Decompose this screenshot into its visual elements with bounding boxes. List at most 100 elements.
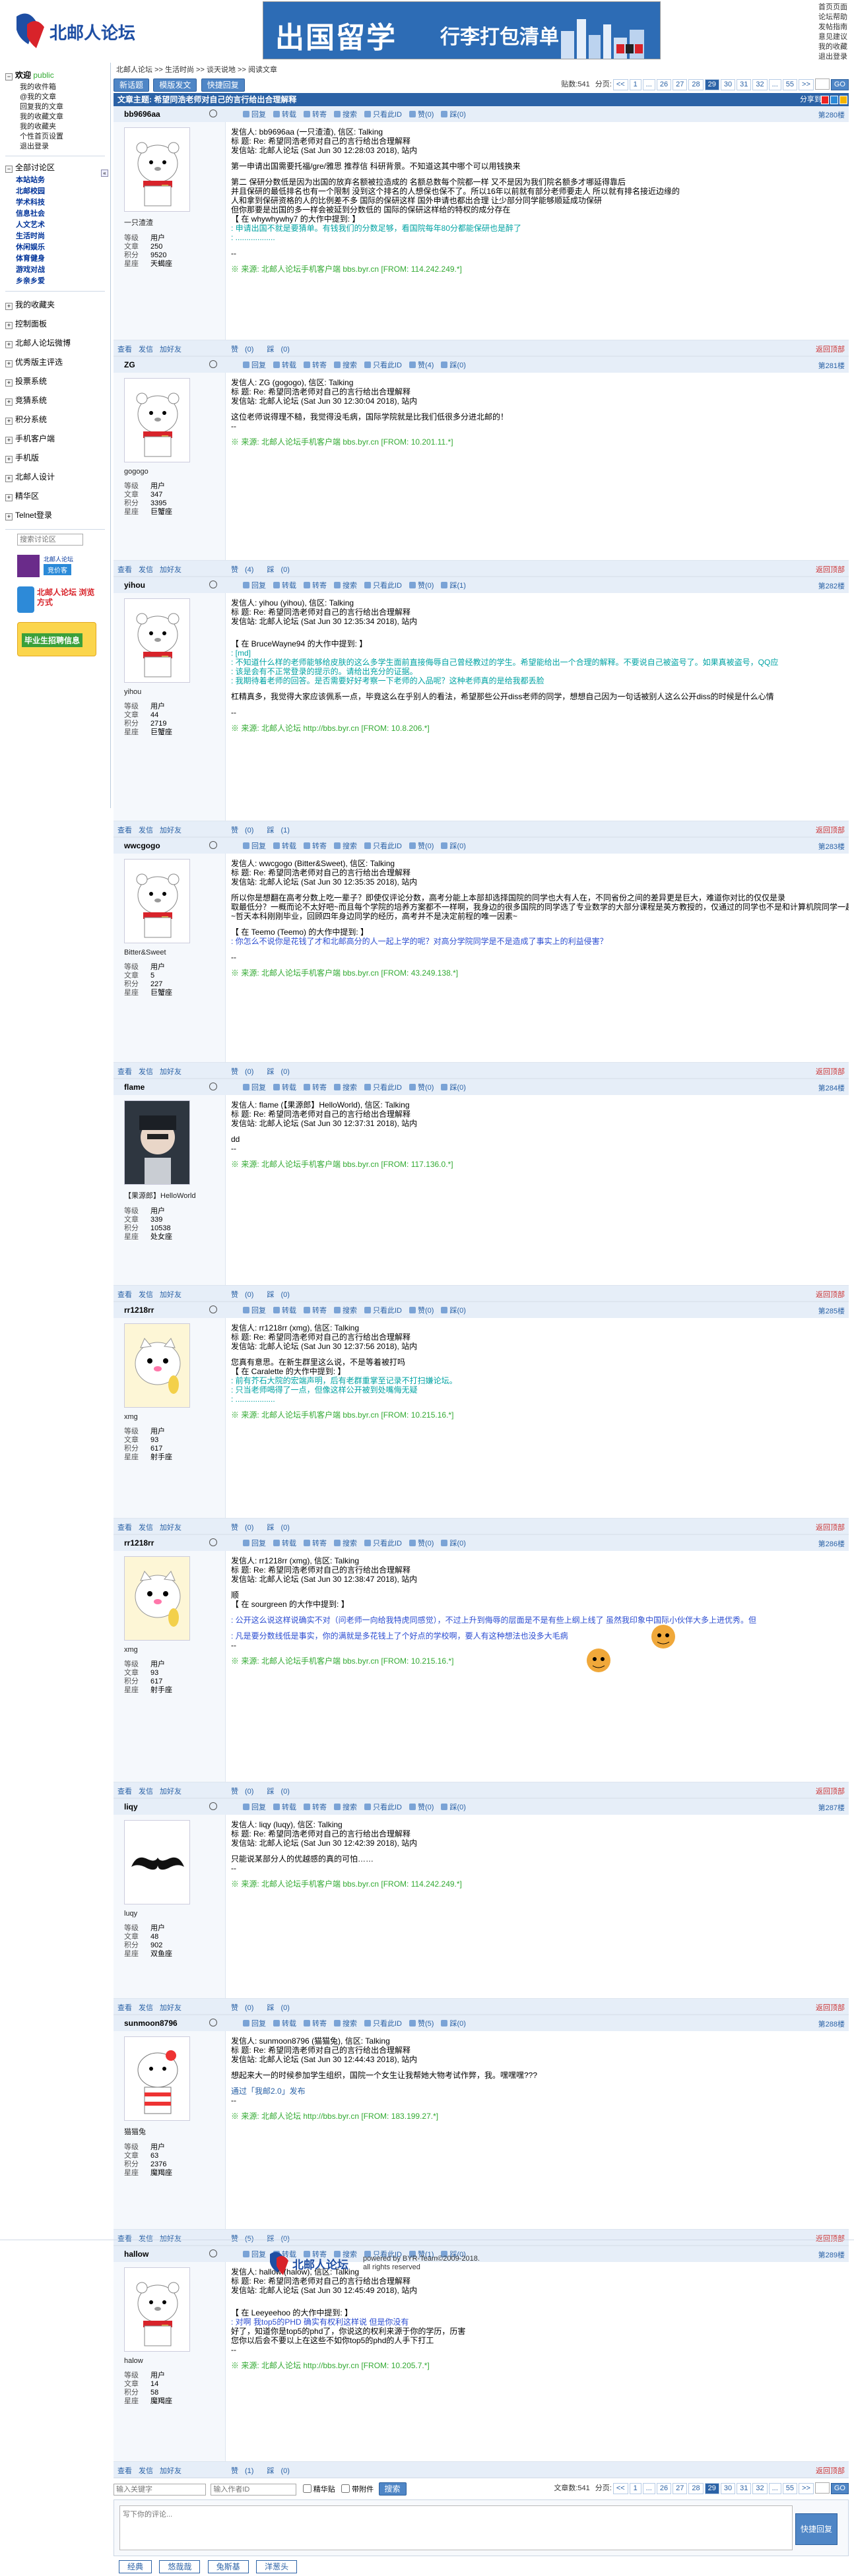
avatar[interactable] <box>124 127 190 212</box>
send-message-link[interactable]: 发信 <box>139 2002 153 2013</box>
expand-icon[interactable]: + <box>5 475 13 482</box>
reply-button[interactable]: 回复 <box>243 1082 266 1092</box>
like-button[interactable]: 赞(0) <box>231 1066 260 1077</box>
sidebar-menu-item[interactable]: + 北邮人论坛微博 <box>5 334 105 353</box>
prev-page-button[interactable]: << <box>612 79 628 90</box>
collapse-icon[interactable]: − <box>5 166 13 173</box>
back-to-top-link[interactable]: 返回顶部 <box>816 1289 845 1300</box>
sidebar-menu-item[interactable]: + Telnet登录 <box>5 506 105 525</box>
sidebar-menu-item[interactable]: + 投票系统 <box>5 372 105 391</box>
search-button[interactable]: 搜索 <box>378 2482 407 2496</box>
view-profile-link[interactable]: 查看 <box>117 825 132 835</box>
forward-button[interactable]: 转寄 <box>304 360 327 370</box>
expand-icon[interactable]: + <box>5 303 13 310</box>
view-profile-link[interactable]: 查看 <box>117 2002 132 2013</box>
top-link[interactable]: 意见建议 <box>818 32 854 42</box>
floor-number[interactable]: 第287楼 <box>818 1802 845 1813</box>
template-post-button[interactable]: 模版发文 <box>153 79 197 92</box>
sidebar-menu-item[interactable]: + 手机客户端 <box>5 429 105 449</box>
page-link[interactable]: 26 <box>656 79 672 90</box>
like-button[interactable]: 赞(0) <box>409 1082 434 1092</box>
top-link[interactable]: 退出登录 <box>818 52 854 62</box>
only-this-id-button[interactable]: 只看此ID <box>364 580 402 590</box>
send-message-link[interactable]: 发信 <box>139 2465 153 2476</box>
add-friend-link[interactable]: 加好友 <box>160 1522 181 1532</box>
reply-button[interactable]: 回复 <box>243 840 266 851</box>
add-friend-link[interactable]: 加好友 <box>160 2465 181 2476</box>
dislike-button[interactable]: 踩(0) <box>267 1522 296 1532</box>
renren-share-icon[interactable] <box>830 96 838 104</box>
quick-reply-submit-button[interactable]: 快捷回复 <box>795 2513 838 2545</box>
sidebar-menu-item[interactable]: + 手机版 <box>5 449 105 468</box>
ad-block-3[interactable]: 毕业生招聘信息 <box>17 622 96 656</box>
like-button[interactable]: 赞(4) <box>409 360 434 370</box>
user-link[interactable]: 退出登录 <box>5 142 105 152</box>
avatar[interactable] <box>124 1323 190 1408</box>
reply-button[interactable]: 回复 <box>243 2018 266 2028</box>
reply-button[interactable]: 回复 <box>243 1538 266 1548</box>
repost-button[interactable]: 转载 <box>273 1082 296 1092</box>
avatar[interactable] <box>124 1100 190 1185</box>
section-link[interactable]: 人文艺术 <box>5 220 105 231</box>
add-friend-link[interactable]: 加好友 <box>160 344 181 354</box>
back-to-top-link[interactable]: 返回顶部 <box>816 825 845 835</box>
expand-icon[interactable]: + <box>5 360 13 367</box>
digest-checkbox[interactable] <box>302 2484 312 2493</box>
floor-number[interactable]: 第281楼 <box>818 360 845 371</box>
expand-icon[interactable]: + <box>5 494 13 501</box>
expand-icon[interactable]: + <box>5 456 13 463</box>
repost-button[interactable]: 转载 <box>273 580 296 590</box>
user-link[interactable]: @我的文章 <box>5 92 105 102</box>
dislike-button[interactable]: 踩(0) <box>267 2002 296 2013</box>
back-to-top-link[interactable]: 返回顶部 <box>816 2465 845 2476</box>
like-button[interactable]: 赞(0) <box>231 825 260 835</box>
attachment-checkbox[interactable] <box>341 2484 350 2493</box>
top-link[interactable]: 论坛帮助 <box>818 13 854 22</box>
search-button[interactable]: 搜索 <box>334 109 357 119</box>
floor-number[interactable]: 第283楼 <box>818 841 845 852</box>
page-jump-input[interactable] <box>814 2482 830 2494</box>
section-link[interactable]: 休闲娱乐 <box>5 242 105 253</box>
ad-block-2[interactable]: 北邮人论坛 浏览方式 <box>17 584 96 615</box>
forward-button[interactable]: 转寄 <box>304 840 327 851</box>
dislike-button[interactable]: 踩(0) <box>267 344 296 354</box>
page-link[interactable]: 27 <box>673 2483 688 2494</box>
dislike-button[interactable]: 踩(0) <box>441 1305 466 1315</box>
page-link[interactable]: 30 <box>720 2483 736 2494</box>
dislike-button[interactable]: 踩 (1) <box>267 825 296 835</box>
sidebar-menu-item[interactable]: + 优秀版主评选 <box>5 353 105 372</box>
repost-button[interactable]: 转载 <box>273 1305 296 1315</box>
avatar[interactable] <box>124 1820 190 1904</box>
expand-icon[interactable]: + <box>5 322 13 329</box>
ad-block-1[interactable]: 北邮人论坛 竞价客 <box>17 555 96 577</box>
site-logo[interactable]: 北邮人论坛 <box>10 10 135 53</box>
only-this-id-button[interactable]: 只看此ID <box>364 360 402 370</box>
send-message-link[interactable]: 发信 <box>139 1522 153 1532</box>
page-link[interactable]: 55 <box>782 79 798 90</box>
forward-button[interactable]: 转寄 <box>304 2018 327 2028</box>
reply-button[interactable]: 回复 <box>243 1802 266 1812</box>
view-profile-link[interactable]: 查看 <box>117 564 132 575</box>
author-id[interactable]: rr1218rr <box>124 1305 154 1315</box>
like-button[interactable]: 赞(0) <box>231 2002 260 2013</box>
view-profile-link[interactable]: 查看 <box>117 1066 132 1077</box>
expand-icon[interactable]: + <box>5 379 13 387</box>
section-link[interactable]: 信息社会 <box>5 208 105 220</box>
author-id[interactable]: wwcgogo <box>124 841 160 850</box>
like-button[interactable]: 赞(0) <box>231 1786 260 1796</box>
user-link[interactable]: 个性首页设置 <box>5 132 105 142</box>
author-id[interactable]: liqy <box>124 1802 138 1811</box>
send-message-link[interactable]: 发信 <box>139 564 153 575</box>
send-message-link[interactable]: 发信 <box>139 1066 153 1077</box>
user-link[interactable]: 我的收件箱 <box>5 82 105 92</box>
expand-icon[interactable]: + <box>5 418 13 425</box>
expand-icon[interactable]: + <box>5 513 13 520</box>
sidebar-menu-item[interactable]: + 精华区 <box>5 487 105 506</box>
forward-button[interactable]: 转寄 <box>304 109 327 119</box>
view-profile-link[interactable]: 查看 <box>117 1289 132 1300</box>
only-this-id-button[interactable]: 只看此ID <box>364 1305 402 1315</box>
back-to-top-link[interactable]: 返回顶部 <box>816 1522 845 1532</box>
view-profile-link[interactable]: 查看 <box>117 2465 132 2476</box>
page-link[interactable]: 32 <box>752 79 768 90</box>
author-id[interactable]: yihou <box>124 581 145 590</box>
